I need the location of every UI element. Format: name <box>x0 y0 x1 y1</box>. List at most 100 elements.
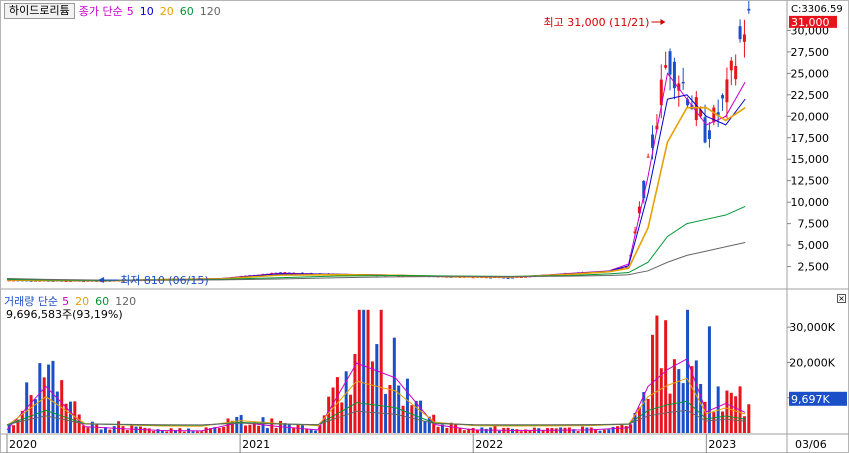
volume-bar <box>125 430 129 433</box>
x-tick-label: 2022 <box>475 438 503 451</box>
volume-bar <box>519 431 523 433</box>
volume-bar <box>729 392 733 433</box>
candle-body <box>694 97 698 120</box>
volume-bar <box>182 431 186 433</box>
volume-bar <box>497 430 501 433</box>
volume-bar <box>493 426 497 433</box>
volume-bar <box>611 426 615 433</box>
price-tick-label: 15,000 <box>791 153 830 166</box>
candle-body <box>738 26 742 40</box>
volume-bar <box>607 429 611 433</box>
volume-bar <box>370 361 374 433</box>
volume-bar <box>257 425 261 433</box>
volume-bar <box>340 402 344 433</box>
candle-body <box>729 60 733 71</box>
price-tick-label: 12,500 <box>791 175 830 188</box>
volume-bar <box>668 393 672 433</box>
x-tick-label: 2020 <box>9 438 37 451</box>
volume-bar <box>458 428 462 433</box>
volume-bar <box>51 360 55 433</box>
volume-bar <box>725 390 729 433</box>
volume-bar <box>410 405 414 433</box>
volume-bar <box>405 378 409 433</box>
volume-bar <box>681 383 685 433</box>
volume-bar <box>362 309 366 433</box>
price-tick-label: 7,500 <box>798 218 830 231</box>
volume-bar <box>147 428 151 433</box>
price-tick-label: 22,500 <box>791 89 830 102</box>
price-tick-label: 17,500 <box>791 132 830 145</box>
volume-bar <box>454 424 458 433</box>
volume-bar <box>747 404 751 433</box>
volume-bar <box>616 426 620 433</box>
volume-bar <box>287 423 291 433</box>
volume-bar <box>191 431 195 433</box>
volume-bar <box>659 368 663 433</box>
volume-bar <box>244 425 248 433</box>
stock-chart-canvas[interactable]: 30,00027,50025,00022,50020,00017,50015,0… <box>1 1 849 453</box>
price-tick-label: 10,000 <box>791 196 830 209</box>
volume-bar <box>99 429 103 433</box>
volume-bar <box>86 427 90 433</box>
volume-bar <box>235 416 239 433</box>
volume-bar <box>38 363 42 433</box>
price-tick-label: 25,000 <box>791 67 830 80</box>
ma-line-10 <box>6 94 746 282</box>
volume-bar <box>677 369 681 433</box>
volume-bar <box>77 414 81 433</box>
volume-bar <box>436 426 440 433</box>
price-tick-label: 5,000 <box>798 239 830 252</box>
volume-bar <box>292 428 296 433</box>
high-arrow-head <box>660 19 666 25</box>
x-tick-label: 2023 <box>708 438 736 451</box>
candle-body <box>742 34 746 42</box>
volume-bar <box>200 431 204 433</box>
volume-bar <box>699 383 703 433</box>
volume-bar <box>331 387 335 433</box>
volume-bar <box>576 431 580 433</box>
volume-tick-label: 20,000K <box>789 356 835 369</box>
volume-bar <box>112 426 116 433</box>
volume-bar <box>462 430 466 433</box>
volume-bar <box>296 424 300 433</box>
volume-bar <box>248 424 252 433</box>
volume-bar <box>222 427 226 433</box>
volume-bar <box>445 427 449 433</box>
volume-bar <box>655 315 659 433</box>
volume-bar <box>265 428 269 433</box>
price-tick-label: 2,500 <box>798 261 830 274</box>
volume-bar <box>721 411 725 433</box>
ma-line-20 <box>6 106 746 282</box>
volume-bar <box>414 400 418 433</box>
volume-bar <box>152 430 156 433</box>
ma-line-5 <box>6 72 746 282</box>
candle-body <box>725 79 729 103</box>
volume-bar <box>108 429 112 433</box>
current-price-label: 31,000 <box>791 16 830 29</box>
candle-body <box>664 65 668 68</box>
price-tick-label: 27,500 <box>791 46 830 59</box>
candle-body <box>721 95 725 99</box>
x-tick-label: 2021 <box>242 438 270 451</box>
volume-bar <box>624 426 628 433</box>
volume-tick-label: 30,000K <box>789 321 835 334</box>
volume-bar <box>620 424 624 433</box>
candle-body <box>681 81 685 84</box>
volume-bar <box>29 395 33 433</box>
volume-bar <box>423 420 427 433</box>
volume-bar <box>734 396 738 433</box>
index-readout: C:3306.59 <box>791 4 843 15</box>
volume-bar <box>42 377 46 433</box>
volume-bar <box>217 427 221 433</box>
volume-bar <box>274 427 278 433</box>
volume-bar <box>121 426 125 433</box>
volume-bar <box>366 309 370 433</box>
low-annotation: 최저 810 (06/15) <box>120 274 209 287</box>
candle-body <box>646 156 650 158</box>
low-arrow-head <box>98 277 105 283</box>
volume-bar <box>143 427 147 433</box>
volume-bar <box>12 425 16 433</box>
candle-body <box>734 66 738 80</box>
volume-bar <box>392 337 396 433</box>
volume-bar <box>165 431 169 433</box>
